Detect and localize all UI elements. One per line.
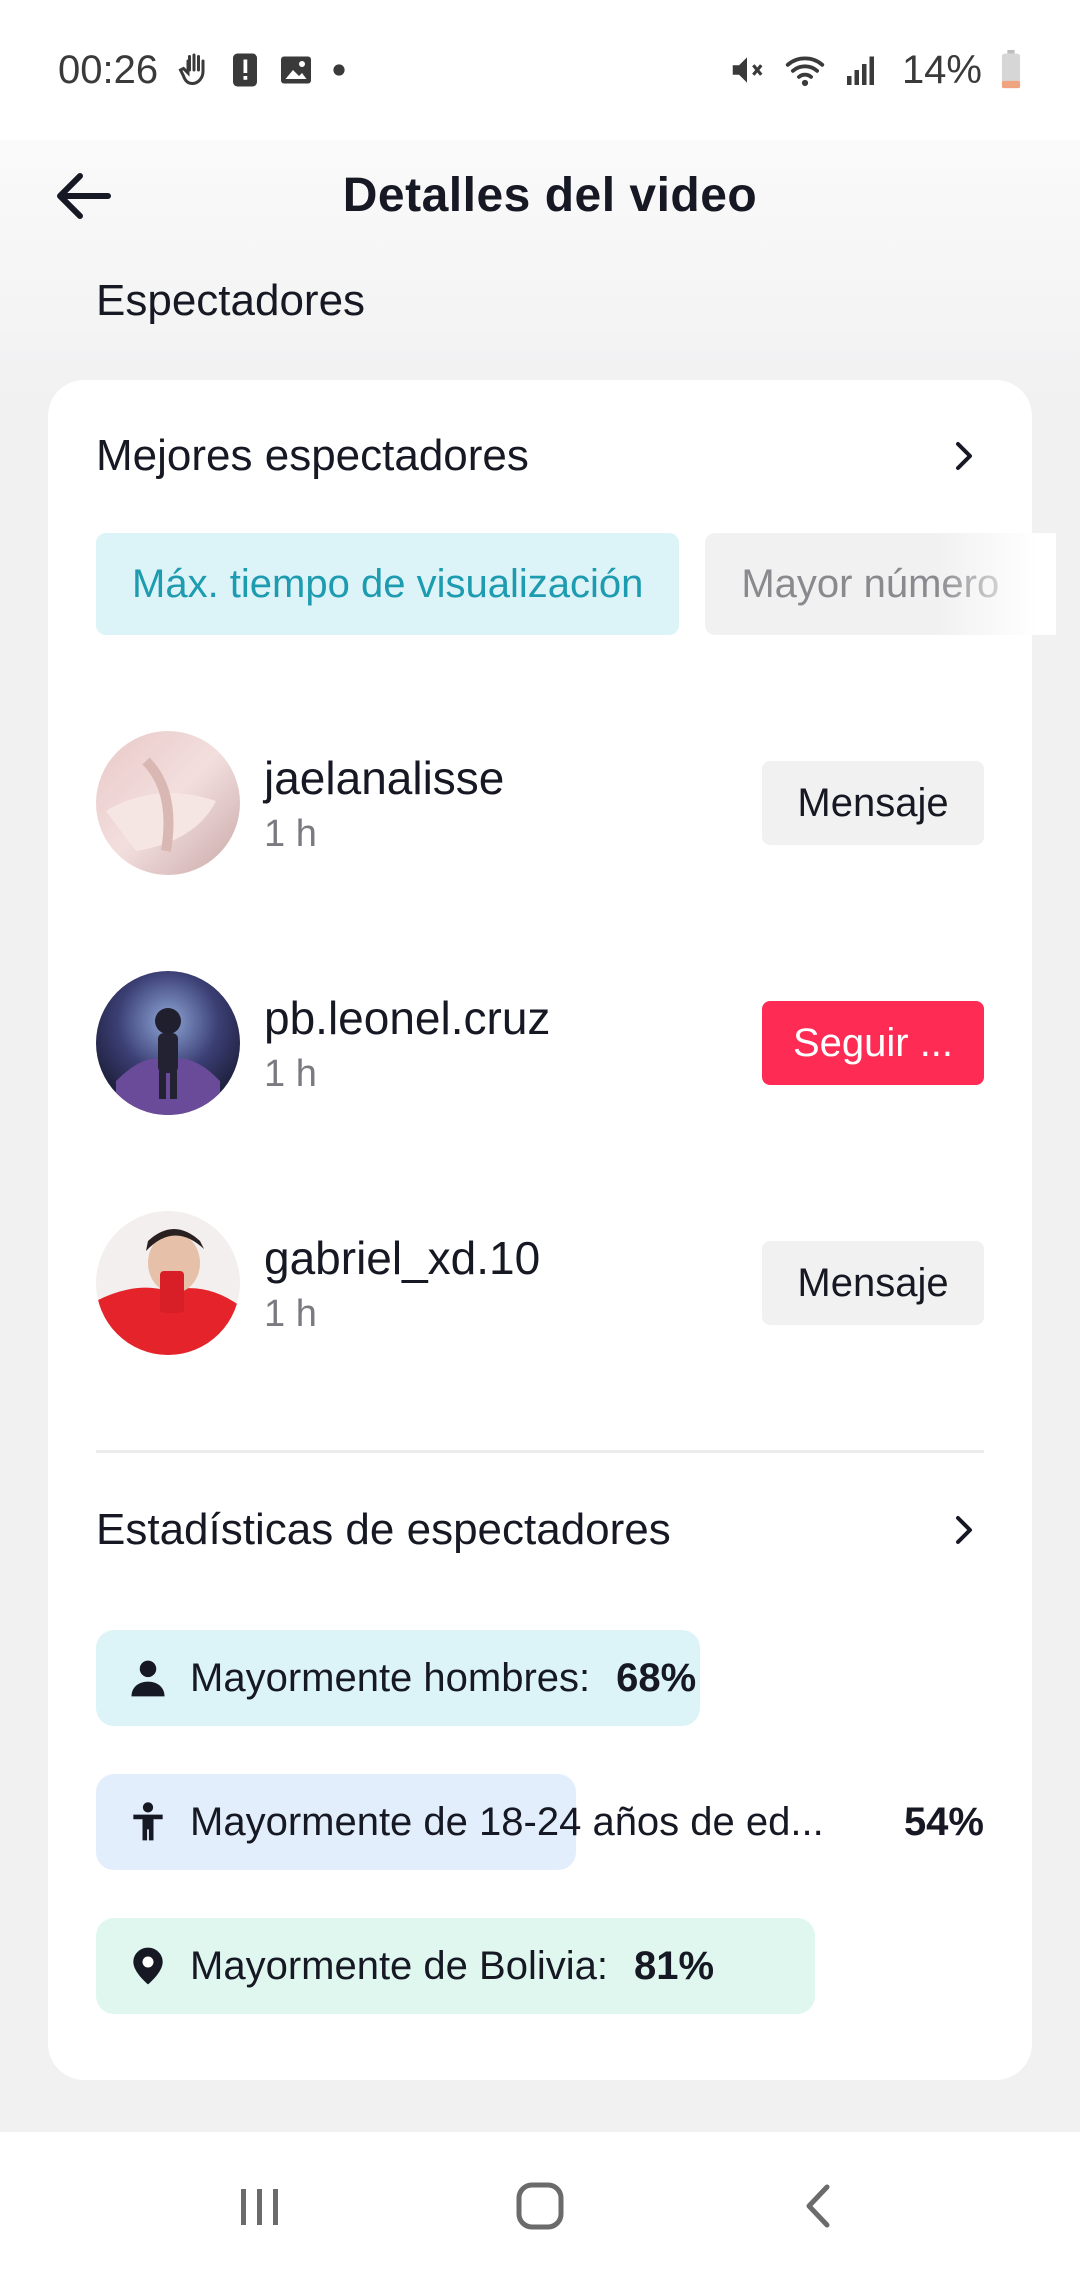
home-button[interactable] (495, 2161, 585, 2251)
wifi-icon (784, 51, 826, 89)
stat-label: Mayormente de Bolivia: (190, 1943, 608, 1988)
chevron-right-icon (956, 442, 972, 470)
stat-label: Mayormente de 18-24 años de ed... (190, 1799, 824, 1844)
battery-icon (1000, 50, 1022, 90)
top-viewers-title: Mejores espectadores (96, 431, 529, 480)
signal-icon (844, 52, 880, 88)
viewer-stats-title: Estadísticas de espectadores (96, 1505, 671, 1554)
image-icon (278, 52, 314, 88)
avatar[interactable] (96, 971, 240, 1115)
viewer-watch-time: 1 h (264, 1292, 317, 1335)
alert-icon (230, 52, 260, 88)
divider (96, 1450, 984, 1453)
viewer-name[interactable]: pb.leonel.cruz (264, 991, 762, 1045)
sort-tabs: Máx. tiempo de visualización Mayor númer… (96, 533, 1056, 635)
stat-value: 54% (903, 1799, 984, 1844)
dot-icon (332, 63, 346, 77)
stat-age[interactable]: Mayormente de 18-24 años de ed... 54% (96, 1774, 984, 1870)
list-item[interactable]: jaelanalisse 1 h Mensaje (96, 731, 984, 875)
arrow-left-icon (57, 173, 111, 219)
stat-value: 81% (633, 1943, 715, 1988)
stat-location[interactable]: Mayormente de Bolivia: 81% (96, 1918, 984, 2014)
recent-apps-icon (241, 2189, 278, 2225)
follow-back-button[interactable]: Seguir ... (762, 1001, 984, 1085)
mute-icon (728, 51, 766, 89)
back-button[interactable] (48, 164, 120, 228)
status-bar: 00:26 14% (0, 0, 1080, 140)
list-item[interactable]: gabriel_xd.10 1 h Mensaje (96, 1211, 984, 1355)
viewer-watch-time: 1 h (264, 812, 317, 855)
top-bar: Detalles del video (0, 140, 1080, 250)
message-button[interactable]: Mensaje (762, 1241, 984, 1325)
child-icon (133, 1802, 163, 1841)
location-pin-icon (133, 1947, 163, 1985)
chevron-right-icon (956, 1516, 972, 1544)
status-time: 00:26 (58, 47, 159, 92)
home-icon (516, 2182, 564, 2230)
tab-max-watch-time[interactable]: Máx. tiempo de visualización (96, 533, 680, 635)
recent-apps-button[interactable] (215, 2161, 305, 2251)
battery-level: 14% (901, 47, 982, 92)
section-title: Espectadores (96, 276, 366, 325)
viewer-name[interactable]: gabriel_xd.10 (264, 1231, 762, 1285)
stat-gender[interactable]: Mayormente hombres: 68% (96, 1630, 984, 1726)
page-title: Detalles del video (342, 168, 758, 222)
person-icon (131, 1660, 165, 1697)
back-icon (806, 2184, 830, 2228)
stat-label: Mayormente hombres: (190, 1655, 591, 1700)
nav-back-button[interactable] (775, 2161, 865, 2251)
system-nav-bar (0, 2132, 1080, 2280)
viewer-stats-header[interactable]: Estadísticas de espectadores (96, 1485, 984, 1575)
message-button[interactable]: Mensaje (762, 761, 984, 845)
viewers-card: Mejores espectadores Máx. tiempo de visu… (48, 380, 1056, 2080)
gesture-icon (176, 52, 212, 88)
avatar[interactable] (96, 1211, 240, 1355)
viewer-watch-time: 1 h (264, 1052, 317, 1095)
viewer-name[interactable]: jaelanalisse (264, 751, 762, 805)
tabs-fade (936, 533, 1056, 635)
top-viewers-header[interactable]: Mejores espectadores (96, 411, 984, 501)
avatar[interactable] (96, 731, 240, 875)
stat-value: 68% (616, 1655, 697, 1700)
list-item[interactable]: pb.leonel.cruz 1 h Seguir ... (96, 971, 984, 1115)
